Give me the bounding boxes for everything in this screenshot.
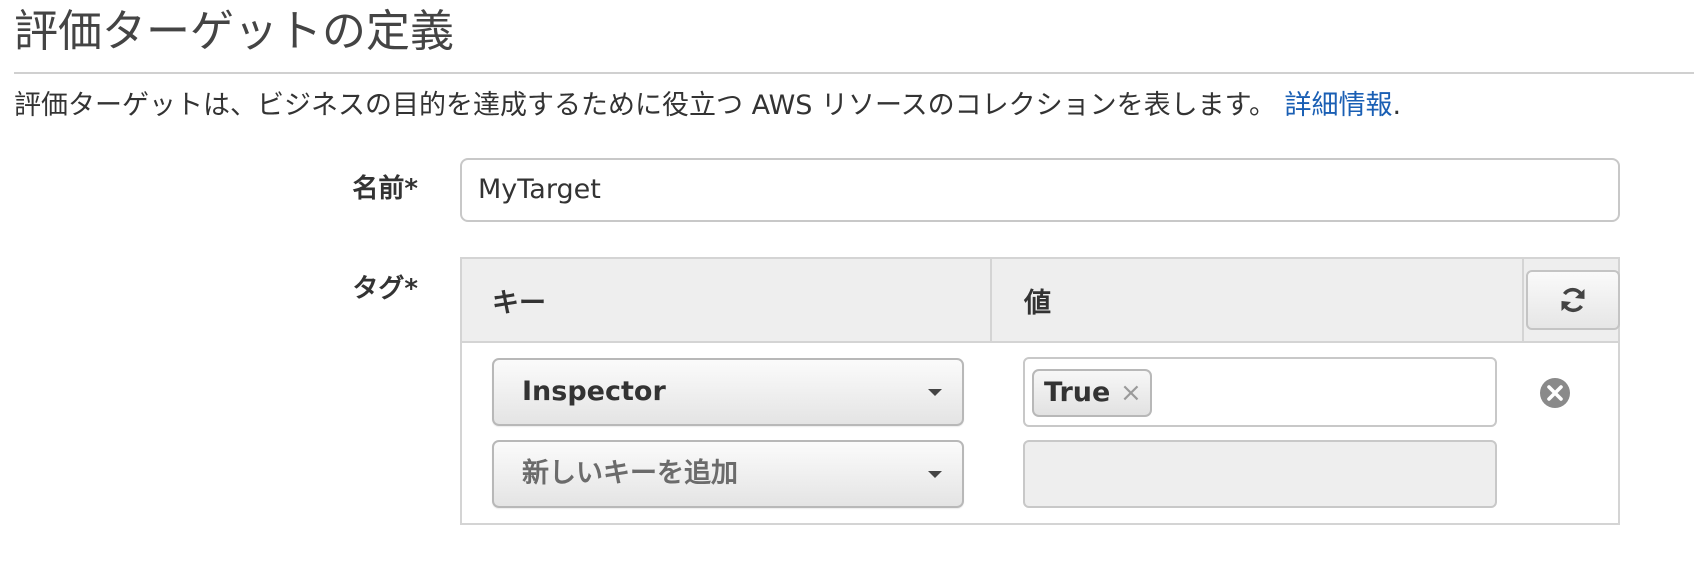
tag-value-input[interactable]: True ×: [1023, 357, 1497, 427]
tag-value-token-label: True: [1044, 377, 1111, 408]
new-tag-key-select[interactable]: 新しいキーを追加: [492, 440, 964, 508]
link-suffix: .: [1392, 90, 1402, 121]
token-remove-icon[interactable]: ×: [1120, 371, 1142, 415]
remove-tag-button[interactable]: [1538, 376, 1572, 410]
refresh-button[interactable]: [1526, 270, 1620, 330]
tag-key-value: Inspector: [522, 376, 666, 407]
value-column-label: 値: [1024, 288, 1051, 319]
page-description: 評価ターゲットは、ビジネスの目的を達成するために役立つ AWS リソースのコレク…: [14, 86, 1401, 126]
key-column-label: キー: [492, 288, 546, 319]
learn-more-link[interactable]: 詳細情報: [1285, 90, 1393, 121]
remove-circle-icon: [1540, 378, 1570, 408]
page-title: 評価ターゲットの定義: [14, 6, 454, 57]
tags-table: キー 値 Inspector True × 新しいキーを追加: [460, 257, 1620, 525]
new-tag-value-input: [1023, 440, 1497, 508]
description-text: 評価ターゲットは、ビジネスの目的を達成するために役立つ AWS リソースのコレク…: [14, 90, 1276, 121]
chevron-down-icon: [928, 389, 942, 396]
name-input[interactable]: MyTarget: [460, 158, 1620, 222]
refresh-icon: [1561, 287, 1585, 313]
tags-label: タグ*: [352, 274, 418, 304]
title-divider: [14, 72, 1694, 74]
key-column-header: キー: [462, 259, 992, 341]
value-column-header: 値: [994, 259, 1524, 341]
name-label: 名前*: [352, 174, 418, 204]
tag-value-token: True ×: [1032, 369, 1152, 417]
chevron-down-icon: [928, 471, 942, 478]
tags-table-header: キー 値: [462, 259, 1620, 343]
tag-key-select[interactable]: Inspector: [492, 358, 964, 426]
new-key-placeholder: 新しいキーを追加: [522, 458, 738, 489]
